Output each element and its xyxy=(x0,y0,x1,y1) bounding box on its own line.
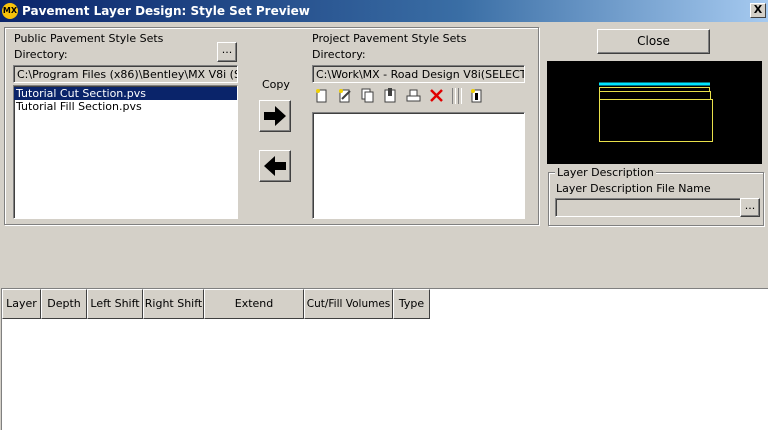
arrow-left-icon xyxy=(264,156,286,176)
delete-icon[interactable] xyxy=(429,88,444,103)
project-directory-field[interactable]: C:\Work\MX - Road Design V8i(SELECTse xyxy=(312,65,525,83)
column-header-left-shift[interactable]: Left Shift xyxy=(87,289,143,319)
toolbar-separator xyxy=(458,88,462,104)
copy-label: Copy xyxy=(262,78,290,91)
public-directory-label: Directory: xyxy=(14,48,68,61)
layer-description-browse-button[interactable]: ... xyxy=(740,198,760,217)
layer-description-file-field[interactable] xyxy=(555,198,741,217)
project-directory-label: Directory: xyxy=(312,48,366,61)
copy-left-button[interactable] xyxy=(259,150,291,182)
column-header-type[interactable]: Type xyxy=(393,289,430,319)
public-sets-list[interactable]: Tutorial Cut Section.pvs Tutorial Fill S… xyxy=(13,85,238,219)
new-icon[interactable] xyxy=(314,88,329,103)
project-sets-list[interactable] xyxy=(312,112,525,219)
window-close-button[interactable]: X xyxy=(750,3,766,18)
public-sets-title: Public Pavement Style Sets xyxy=(14,32,164,45)
column-header-cut-fill-volumes[interactable]: Cut/Fill Volumes xyxy=(304,289,393,319)
arrow-right-icon xyxy=(264,106,286,126)
copy-icon[interactable] xyxy=(360,88,375,103)
table-header: Layer Depth Left Shift Right Shift Exten… xyxy=(2,289,430,319)
copy-right-button[interactable] xyxy=(259,100,291,132)
window-title: Pavement Layer Design: Style Set Preview xyxy=(22,4,310,18)
project-sets-title: Project Pavement Style Sets xyxy=(312,32,467,45)
column-header-depth[interactable]: Depth xyxy=(41,289,87,319)
project-toolbar xyxy=(314,88,494,104)
rename-icon[interactable] xyxy=(383,88,398,103)
print-icon[interactable] xyxy=(406,88,421,103)
layer-description-file-label: Layer Description File Name xyxy=(556,182,711,195)
layer-description-title: Layer Description xyxy=(555,166,656,179)
edit-icon[interactable] xyxy=(337,88,352,103)
pavement-layers-graphic xyxy=(599,82,713,142)
close-button[interactable]: Close xyxy=(597,29,710,54)
list-item[interactable]: Tutorial Fill Section.pvs xyxy=(14,100,237,113)
title-bar: MX Pavement Layer Design: Style Set Prev… xyxy=(0,0,768,22)
column-header-extend[interactable]: Extend xyxy=(204,289,304,319)
info-icon[interactable] xyxy=(469,88,484,103)
list-item[interactable]: Tutorial Cut Section.pvs xyxy=(14,87,237,100)
public-browse-button[interactable]: ... xyxy=(217,42,237,62)
column-header-right-shift[interactable]: Right Shift xyxy=(143,289,204,319)
toolbar-separator xyxy=(452,88,456,104)
app-logo-icon: MX xyxy=(2,3,18,19)
column-header-layer[interactable]: Layer xyxy=(2,289,41,319)
public-directory-field[interactable]: C:\Program Files (x86)\Bentley\MX V8i (S… xyxy=(13,65,238,83)
pavement-preview xyxy=(547,61,762,164)
